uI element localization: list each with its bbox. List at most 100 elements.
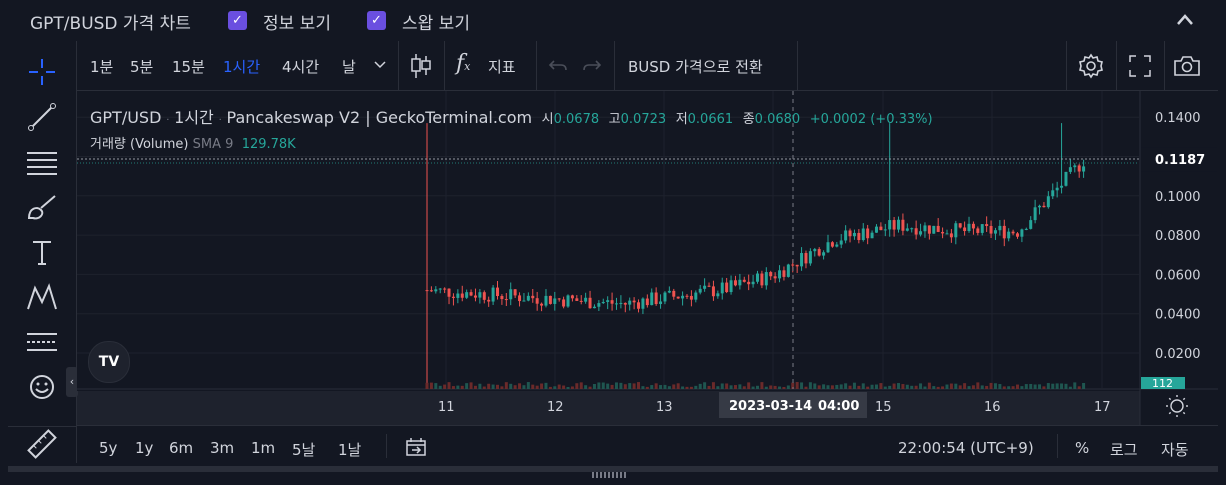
log-toggle[interactable]: 로그 [1110, 439, 1138, 460]
range-6m[interactable]: 6m [169, 439, 193, 457]
auto-toggle[interactable]: 자동 [1161, 439, 1189, 460]
interval-day[interactable]: 날 [342, 56, 356, 77]
fullscreen-icon[interactable] [1128, 54, 1152, 78]
brush-tool-icon[interactable] [8, 184, 76, 229]
volume-bar [1020, 386, 1024, 389]
resize-handle[interactable] [0, 466, 1226, 485]
candle-body [637, 302, 641, 309]
indicators-fx-icon[interactable]: fx [456, 51, 470, 76]
range-3m[interactable]: 3m [210, 439, 234, 457]
candle-body [676, 296, 680, 299]
y-tick-label: 0.0800 [1155, 229, 1201, 244]
candle-body [1077, 165, 1081, 172]
settings-gear-icon[interactable] [1078, 53, 1104, 79]
candle-body [645, 298, 649, 306]
volume-bar [1064, 383, 1068, 389]
volume-bar [557, 384, 561, 389]
range-1m[interactable]: 1m [251, 439, 275, 457]
candle-body [769, 272, 773, 277]
candle-body [910, 228, 914, 230]
volume-bar [993, 383, 997, 389]
candle-body [778, 270, 782, 279]
percent-toggle[interactable]: % [1075, 439, 1089, 457]
candle-body [998, 225, 1002, 231]
volume-bar [592, 383, 596, 389]
info-checkbox-label: 정보 보기 [263, 14, 331, 34]
volume-bar [1033, 384, 1037, 389]
candle-body [685, 295, 689, 297]
candle-body [993, 230, 997, 234]
volume-bar [641, 386, 645, 389]
interval-chevron-down-icon[interactable] [374, 61, 386, 69]
candle-body [892, 220, 896, 230]
candle-body [544, 295, 548, 306]
volume-bar [751, 386, 755, 389]
range-5y[interactable]: 5y [99, 439, 117, 457]
candle-body [791, 264, 795, 266]
volume-bar [1038, 384, 1042, 389]
candle-body [632, 300, 636, 303]
x-tick-label: 17 [1094, 400, 1111, 415]
volume-bar [716, 386, 720, 389]
candle-body [949, 233, 953, 238]
volume-bar [637, 382, 641, 389]
candle-body [667, 290, 671, 293]
trend-line-tool-icon[interactable] [8, 94, 76, 139]
clock-timezone[interactable]: 22:00:54 (UTC+9) [898, 439, 1034, 457]
candle-body [879, 226, 883, 231]
volume-bar [936, 386, 940, 389]
range-1d[interactable]: 1날 [338, 439, 361, 460]
redo-icon[interactable] [582, 59, 602, 73]
info-checkbox[interactable]: ✓ [228, 11, 247, 30]
volume-bar [698, 383, 702, 389]
volume-bar [1077, 386, 1081, 389]
volume-bar [1011, 386, 1015, 389]
camera-screenshot-icon[interactable] [1173, 54, 1201, 78]
collapse-chevron-icon[interactable] [1176, 13, 1194, 27]
candle-body [1064, 171, 1068, 186]
candle-body [1042, 205, 1046, 208]
candle-body [531, 295, 535, 299]
range-5d[interactable]: 5날 [292, 439, 315, 460]
volume-bar [980, 385, 984, 389]
volume-bar [786, 385, 790, 389]
candle-body [817, 249, 821, 256]
candles-style-icon[interactable] [410, 53, 432, 79]
volume-bar [522, 385, 526, 389]
range-1y[interactable]: 1y [135, 439, 153, 457]
volume-bar [720, 383, 724, 389]
goto-date-icon[interactable] [405, 437, 427, 457]
prediction-tool-icon[interactable] [8, 319, 76, 364]
volume-bar [1051, 383, 1055, 389]
volume-bar [976, 382, 980, 389]
candle-body [1002, 225, 1006, 239]
volume-bar [553, 386, 557, 389]
pattern-tool-icon[interactable] [8, 274, 76, 319]
volume-bar [1073, 382, 1077, 389]
ruler-tool-icon[interactable] [8, 426, 76, 461]
candle-body [839, 240, 843, 245]
volume-bar [897, 383, 901, 389]
legend-low-label: 저 [675, 112, 688, 127]
candle-body [562, 299, 566, 307]
candle-body [967, 223, 971, 232]
candle-body [540, 303, 544, 306]
undo-icon[interactable] [548, 59, 568, 73]
text-tool-icon[interactable] [8, 229, 76, 274]
indicators-button[interactable]: 지표 [488, 56, 516, 77]
candle-body [707, 285, 711, 287]
tradingview-logo-icon: TV [88, 341, 130, 383]
swap-checkbox[interactable]: ✓ [367, 11, 386, 30]
interval-1m[interactable]: 1분 [90, 56, 113, 77]
interval-4h[interactable]: 4시간 [282, 56, 319, 77]
interval-1h[interactable]: 1시간 [223, 56, 260, 77]
price-chart[interactable]: 0.14000.12000.10000.08000.06000.04000.02… [77, 91, 1218, 425]
interval-5m[interactable]: 5분 [130, 56, 153, 77]
crosshair-tool-icon[interactable] [8, 49, 76, 94]
convert-busd-button[interactable]: BUSD 가격으로 전환 [628, 56, 763, 77]
fib-retracement-tool-icon[interactable] [8, 139, 76, 184]
interval-15m[interactable]: 15분 [172, 56, 205, 77]
volume-bar [438, 385, 442, 389]
volume-bar [852, 382, 856, 389]
theme-sun-ray [1168, 411, 1172, 415]
